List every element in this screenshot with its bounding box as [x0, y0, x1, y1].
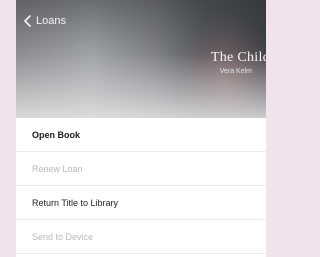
menu-item-label: Send to Device [32, 231, 94, 242]
book-author: Vera Kelm [219, 68, 252, 75]
send-to-device-button[interactable]: Send to Device [16, 220, 266, 254]
menu-item-label: Return Title to Library [32, 197, 119, 208]
renew-loan-button[interactable]: Renew Loan [16, 152, 266, 186]
back-label: Loans [36, 15, 66, 27]
menu-item-label: Renew Loan [32, 163, 83, 174]
book-title: The Child [210, 50, 266, 65]
return-title-button[interactable]: Return Title to Library [16, 186, 266, 220]
chevron-left-icon [24, 15, 31, 27]
open-book-button[interactable]: Open Book [16, 118, 266, 152]
action-menu: Open Book Renew Loan Return Title to Lib… [16, 118, 266, 254]
menu-item-label: Open Book [32, 129, 81, 140]
back-button[interactable]: Loans [22, 12, 66, 30]
book-options-panel: Loans The Child Vera Kelm Open Book Rene… [16, 0, 266, 257]
